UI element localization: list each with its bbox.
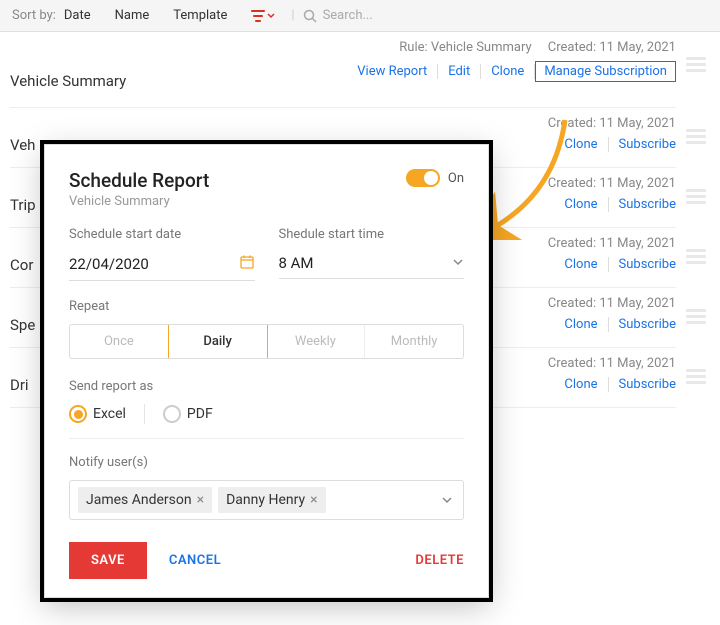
clone-link[interactable]: Clone — [554, 137, 608, 152]
format-pdf-radio[interactable]: PDF — [163, 405, 213, 423]
chevron-down-icon — [452, 254, 464, 272]
remove-chip-icon[interactable]: × — [310, 492, 317, 508]
drag-handle-icon[interactable] — [686, 306, 710, 330]
search-input[interactable]: Search... — [303, 8, 373, 23]
sort-name[interactable]: Name — [115, 8, 150, 23]
rule-label: Rule: Vehicle Summary — [399, 40, 531, 55]
subscribe-link[interactable]: Subscribe — [609, 257, 676, 272]
repeat-daily[interactable]: Daily — [168, 324, 268, 359]
subscribe-link[interactable]: Subscribe — [609, 197, 676, 212]
repeat-weekly[interactable]: Weekly — [267, 325, 366, 358]
drag-handle-icon[interactable] — [686, 126, 710, 150]
user-chip: Danny Henry× — [218, 487, 325, 513]
edit-link[interactable]: Edit — [438, 64, 481, 79]
format-excel-radio[interactable]: Excel — [69, 405, 126, 423]
cancel-button[interactable]: CANCEL — [169, 553, 221, 568]
notify-users-select[interactable]: James Anderson× Danny Henry× — [69, 480, 464, 520]
remove-chip-icon[interactable]: × — [197, 492, 204, 508]
toolbar: Sort by: Date Name Template | Search... — [0, 0, 720, 32]
drag-handle-icon[interactable] — [686, 186, 710, 210]
sort-date[interactable]: Date — [64, 8, 91, 23]
send-as-label: Send report as — [69, 379, 464, 394]
delete-button[interactable]: DELETE — [415, 553, 464, 568]
filter-icon[interactable] — [251, 9, 275, 23]
start-time-select[interactable]: 8 AM — [279, 250, 465, 279]
clone-link[interactable]: Clone — [481, 64, 535, 79]
repeat-segmented: Once Daily Weekly Monthly — [69, 324, 464, 359]
repeat-label: Repeat — [69, 299, 464, 314]
search-icon — [303, 9, 317, 23]
schedule-report-modal: Schedule Report Vehicle Summary On Sched… — [44, 144, 489, 598]
repeat-monthly[interactable]: Monthly — [365, 325, 463, 358]
clone-link[interactable]: Clone — [554, 317, 608, 332]
drag-handle-icon[interactable] — [686, 54, 710, 78]
repeat-once[interactable]: Once — [70, 325, 169, 358]
clone-link[interactable]: Clone — [554, 197, 608, 212]
created-label: Created: — [548, 40, 596, 55]
toggle-label: On — [448, 171, 464, 186]
report-row: Vehicle Summary Rule: Vehicle Summary Cr… — [10, 36, 676, 108]
user-chip: James Anderson× — [78, 487, 212, 513]
drag-handle-icon[interactable] — [686, 366, 710, 390]
report-title: Vehicle Summary — [10, 72, 126, 90]
start-date-input[interactable]: 22/04/2020 — [69, 250, 255, 281]
notify-label: Notify user(s) — [69, 455, 464, 470]
modal-subtitle: Vehicle Summary — [69, 194, 464, 209]
subscribe-link[interactable]: Subscribe — [609, 377, 676, 392]
clone-link[interactable]: Clone — [554, 257, 608, 272]
toolbar-separator: | — [291, 8, 294, 23]
start-time-label: Shedule start time — [279, 227, 465, 242]
schedule-toggle[interactable] — [406, 169, 440, 187]
view-report-link[interactable]: View Report — [347, 64, 438, 79]
modal-title: Schedule Report — [69, 169, 464, 192]
sortby-label: Sort by: — [12, 8, 56, 23]
drag-handle-icon[interactable] — [686, 246, 710, 270]
subscribe-link[interactable]: Subscribe — [609, 317, 676, 332]
save-button[interactable]: SAVE — [69, 542, 147, 579]
start-date-label: Schedule start date — [69, 227, 255, 242]
created-date: 11 May, 2021 — [599, 40, 676, 55]
subscribe-link[interactable]: Subscribe — [609, 137, 676, 152]
sort-template[interactable]: Template — [173, 8, 227, 23]
calendar-icon — [239, 254, 255, 274]
chevron-down-icon — [441, 491, 453, 510]
clone-link[interactable]: Clone — [554, 377, 608, 392]
manage-subscription-link[interactable]: Manage Subscription — [535, 61, 676, 82]
